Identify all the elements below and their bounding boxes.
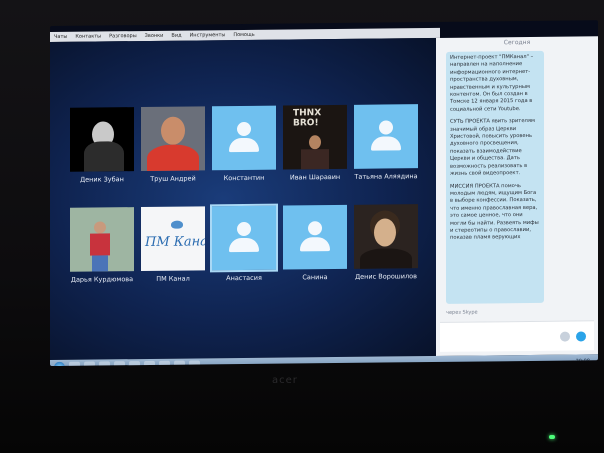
contact-tile[interactable]: Санина xyxy=(283,204,347,298)
taskbar-app-icon[interactable] xyxy=(174,360,185,367)
taskbar-app-icon[interactable] xyxy=(69,361,80,367)
contact-name: Константин xyxy=(223,173,265,183)
contacts-panel: Деник Зубан Труш Андрей Константин THNX … xyxy=(50,37,436,360)
message-bubble[interactable]: Интернет-проект "ПМКанал" – направлен на… xyxy=(446,50,544,304)
contact-name: Санина xyxy=(302,273,328,282)
message-status[interactable]: через Skype xyxy=(446,310,478,316)
brand-logo: acer xyxy=(272,375,298,386)
contact-name: Труш Андрей xyxy=(150,174,196,183)
default-avatar-icon xyxy=(354,104,418,169)
contact-tile[interactable]: Константин xyxy=(212,105,276,199)
contact-tile[interactable]: Татьяна Аляядина xyxy=(354,104,418,197)
dove-icon xyxy=(171,220,183,229)
taskbar-app-icon[interactable] xyxy=(159,360,170,367)
contacts-grid: Деник Зубан Труш Андрей Константин THNX … xyxy=(70,104,430,300)
contact-photo xyxy=(141,106,205,172)
contact-tile[interactable]: Анастасия xyxy=(210,203,278,299)
screen: Чаты Контакты Разговоры Звонки Вид Инстр… xyxy=(50,20,598,367)
default-avatar-icon xyxy=(210,203,278,273)
contact-tile[interactable]: ПМ Канал ПМ Канал xyxy=(141,206,205,299)
clock[interactable]: 20:08 xyxy=(576,358,590,364)
contact-name: Татьяна Аляядина xyxy=(354,172,418,181)
message-paragraph: СУТЬ ПРОЕКТА явить зрителям значимый обр… xyxy=(450,118,535,177)
contact-photo: THNX BRO! xyxy=(283,104,347,170)
skype-taskbar-icon[interactable] xyxy=(189,360,200,367)
contact-name: Деник Зубан xyxy=(80,175,124,184)
menu-conversations[interactable]: Разговоры xyxy=(109,33,137,39)
photo-caption: THNX BRO! xyxy=(293,108,322,129)
menu-view[interactable]: Вид xyxy=(171,33,181,39)
menu-tools[interactable]: Инструменты xyxy=(190,32,226,38)
contact-name: Анастасия xyxy=(226,273,262,283)
contact-photo xyxy=(354,204,418,269)
message-paragraph: Интернет-проект "ПМКанал" – направлен на… xyxy=(450,53,534,113)
contact-photo: ПМ Канал xyxy=(141,206,205,272)
taskbar-app-icon[interactable] xyxy=(114,361,125,367)
message-input[interactable] xyxy=(440,321,550,351)
start-button[interactable] xyxy=(54,361,65,367)
contact-tile[interactable]: Труш Андрей xyxy=(141,106,205,199)
contact-name: Денис Ворошилов xyxy=(355,272,417,281)
pm-logo: ПМ Канал xyxy=(145,234,205,251)
taskbar-app-icon[interactable] xyxy=(129,361,140,367)
contact-tile[interactable]: Денис Ворошилов xyxy=(354,204,418,297)
attach-icon[interactable] xyxy=(560,331,570,342)
contact-tile[interactable]: Дарья Курдюмова xyxy=(70,207,134,300)
default-avatar-icon xyxy=(283,204,347,270)
power-led-icon xyxy=(549,435,555,439)
menu-help[interactable]: Помощь xyxy=(233,32,254,38)
taskbar-app-icon[interactable] xyxy=(99,361,110,367)
taskbar-app-icon[interactable] xyxy=(144,360,155,367)
contact-photo xyxy=(70,107,134,172)
menu-chats[interactable]: Чаты xyxy=(54,34,67,40)
monitor-bezel: Чаты Контакты Разговоры Звонки Вид Инстр… xyxy=(0,0,604,453)
contact-name: ПМ Канал xyxy=(156,274,190,283)
contact-tile[interactable]: THNX BRO! Иван Шаравин xyxy=(283,104,347,198)
message-composer xyxy=(440,320,594,352)
send-icon[interactable] xyxy=(576,331,586,342)
contact-photo xyxy=(70,207,134,272)
contact-name: Иван Шаравин xyxy=(289,172,341,182)
taskbar-app-icon[interactable] xyxy=(84,361,95,367)
default-avatar-icon xyxy=(212,105,276,171)
chat-date: Сегодня xyxy=(503,38,531,47)
menu-calls[interactable]: Звонки xyxy=(145,33,164,39)
menu-contacts[interactable]: Контакты xyxy=(75,33,101,39)
chat-panel: Сегодня Интернет-проект "ПМКанал" – напр… xyxy=(436,36,598,356)
contact-name: Дарья Курдюмова xyxy=(70,275,134,284)
contact-tile[interactable]: Деник Зубан xyxy=(70,107,134,200)
message-paragraph: МИССИЯ ПРОЕКТА помочь молодым людям, ищу… xyxy=(450,182,539,242)
